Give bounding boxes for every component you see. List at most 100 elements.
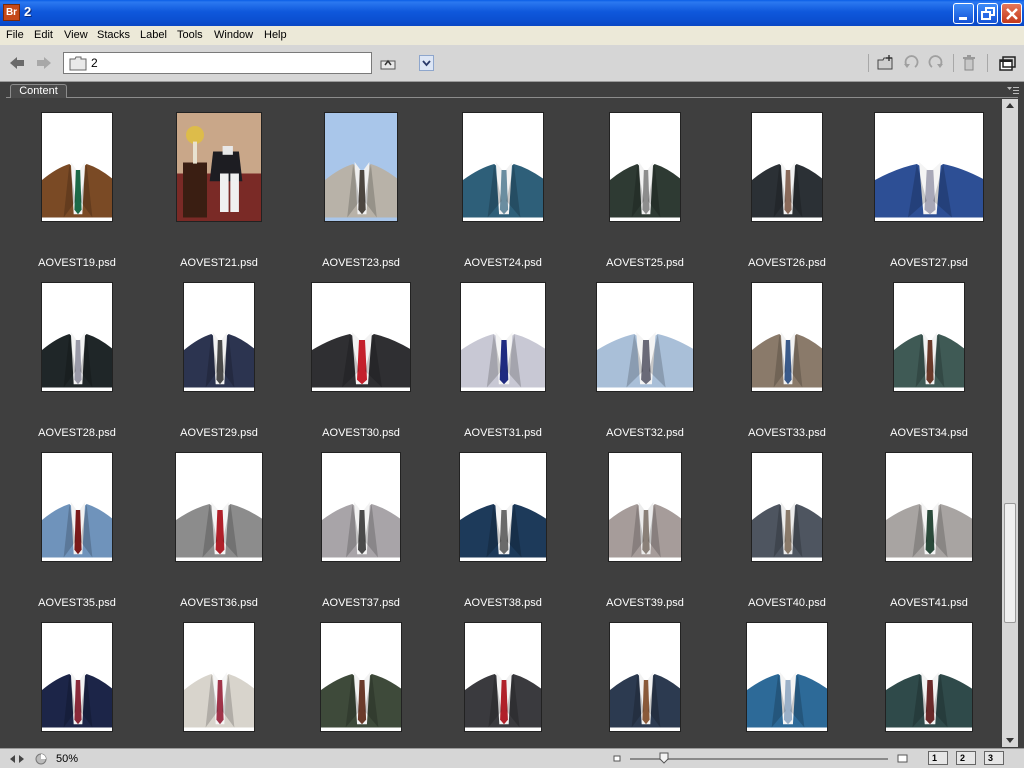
thumbnail-image[interactable]	[321, 452, 401, 562]
file-thumbnail-item[interactable]: AOVEST40.psd	[716, 452, 858, 622]
panel-menu-icon[interactable]	[1006, 86, 1020, 96]
file-thumbnail-item[interactable]: AOVEST41.psd	[858, 452, 1000, 622]
minimize-button[interactable]	[953, 3, 974, 24]
back-arrow-icon[interactable]	[8, 54, 26, 72]
thumbnail-image[interactable]	[751, 112, 823, 222]
thumbnail-image[interactable]	[320, 622, 402, 732]
close-button[interactable]	[1001, 3, 1022, 24]
menu-edit[interactable]: Edit	[34, 29, 53, 41]
file-thumbnail-item[interactable]: AOVEST34.psd	[858, 282, 1000, 452]
thumbnail-image[interactable]	[885, 622, 973, 732]
thumbnail-image[interactable]	[41, 622, 113, 732]
file-name-label[interactable]: AOVEST26.psd	[716, 257, 858, 269]
file-name-label[interactable]: AOVEST40.psd	[716, 597, 858, 609]
restore-button[interactable]	[977, 3, 998, 24]
view-mode-3-button[interactable]: 3	[984, 751, 1004, 765]
file-thumbnail-item[interactable]: AOVEST28.psd	[6, 282, 148, 452]
file-name-label[interactable]: AOVEST25.psd	[574, 257, 716, 269]
file-thumbnail-item[interactable]	[574, 622, 716, 747]
slider-knob[interactable]	[659, 752, 669, 764]
file-name-label[interactable]: AOVEST32.psd	[574, 427, 716, 439]
file-name-label[interactable]: AOVEST33.psd	[716, 427, 858, 439]
file-thumbnail-item[interactable]: AOVEST25.psd	[574, 112, 716, 282]
rotate-left-icon[interactable]	[902, 54, 920, 72]
file-thumbnail-item[interactable]: AOVEST27.psd	[858, 112, 1000, 282]
file-thumbnail-item[interactable]: AOVEST32.psd	[574, 282, 716, 452]
file-name-label[interactable]: AOVEST24.psd	[432, 257, 574, 269]
path-bar[interactable]: 2	[63, 52, 434, 74]
file-thumbnail-item[interactable]	[6, 622, 148, 747]
menu-help[interactable]: Help	[264, 29, 287, 41]
file-name-label[interactable]: AOVEST34.psd	[858, 427, 1000, 439]
forward-arrow-icon[interactable]	[35, 54, 53, 72]
thumbnail-image[interactable]	[609, 112, 681, 222]
view-mode-1-button[interactable]: 1	[928, 751, 948, 765]
rotate-right-icon[interactable]	[927, 54, 945, 72]
tab-content[interactable]: Content	[10, 84, 67, 98]
thumbnail-image[interactable]	[460, 282, 546, 392]
toggle-panels-icon[interactable]	[9, 753, 25, 765]
file-name-label[interactable]: AOVEST30.psd	[290, 427, 432, 439]
menu-stacks[interactable]: Stacks	[97, 29, 130, 41]
thumbnail-image[interactable]	[183, 622, 255, 732]
file-thumbnail-item[interactable]: AOVEST30.psd	[290, 282, 432, 452]
thumbnail-image[interactable]	[751, 452, 823, 562]
file-name-label[interactable]: AOVEST28.psd	[6, 427, 148, 439]
file-thumbnail-item[interactable]: AOVEST19.psd	[6, 112, 148, 282]
thumbnail-image[interactable]	[41, 112, 113, 222]
file-name-label[interactable]: AOVEST36.psd	[148, 597, 290, 609]
menu-label[interactable]: Label	[140, 29, 167, 41]
file-thumbnail-item[interactable]: AOVEST29.psd	[148, 282, 290, 452]
thumbnail-image[interactable]	[462, 112, 544, 222]
thumbnail-image[interactable]	[311, 282, 411, 392]
file-thumbnail-item[interactable]: AOVEST39.psd	[574, 452, 716, 622]
file-thumbnail-item[interactable]: AOVEST33.psd	[716, 282, 858, 452]
file-name-label[interactable]: AOVEST29.psd	[148, 427, 290, 439]
file-thumbnail-item[interactable]	[858, 622, 1000, 747]
file-name-label[interactable]: AOVEST27.psd	[858, 257, 1000, 269]
thumbnail-image[interactable]	[596, 282, 694, 392]
thumbnail-image[interactable]	[885, 452, 973, 562]
menu-file[interactable]: File	[6, 29, 24, 41]
view-mode-2-button[interactable]: 2	[956, 751, 976, 765]
trash-icon[interactable]	[960, 54, 978, 72]
large-thumbnail-icon[interactable]	[897, 754, 909, 764]
scroll-down-arrow-icon[interactable]	[1002, 733, 1018, 747]
thumbnail-image[interactable]	[608, 452, 682, 562]
file-thumbnail-item[interactable]: AOVEST23.psd	[290, 112, 432, 282]
menu-tools[interactable]: Tools	[177, 29, 203, 41]
thumbnail-image[interactable]	[41, 282, 113, 392]
file-thumbnail-item[interactable]: AOVEST31.psd	[432, 282, 574, 452]
small-thumbnail-icon[interactable]	[613, 755, 623, 763]
file-thumbnail-item[interactable]: AOVEST37.psd	[290, 452, 432, 622]
file-thumbnail-item[interactable]: AOVEST21.psd	[148, 112, 290, 282]
vertical-scrollbar[interactable]	[1002, 99, 1018, 747]
file-name-label[interactable]: AOVEST23.psd	[290, 257, 432, 269]
menu-window[interactable]: Window	[214, 29, 253, 41]
thumbnail-image[interactable]	[609, 622, 681, 732]
thumbnail-image[interactable]	[746, 622, 828, 732]
file-thumbnail-item[interactable]: AOVEST35.psd	[6, 452, 148, 622]
file-thumbnail-item[interactable]: AOVEST26.psd	[716, 112, 858, 282]
file-name-label[interactable]: AOVEST37.psd	[290, 597, 432, 609]
thumbnail-image[interactable]	[874, 112, 984, 222]
scrollbar-thumb[interactable]	[1004, 503, 1016, 623]
right-panel-edge[interactable]	[1018, 98, 1024, 748]
thumbnail-image[interactable]	[176, 112, 262, 222]
file-name-label[interactable]: AOVEST31.psd	[432, 427, 574, 439]
file-thumbnail-item[interactable]	[716, 622, 858, 747]
thumbnail-image[interactable]	[175, 452, 263, 562]
new-folder-icon[interactable]	[876, 54, 894, 72]
file-thumbnail-item[interactable]	[148, 622, 290, 747]
menu-view[interactable]: View	[64, 29, 88, 41]
file-name-label[interactable]: AOVEST38.psd	[432, 597, 574, 609]
file-name-label[interactable]: AOVEST39.psd	[574, 597, 716, 609]
bridge-app-icon[interactable]: Br	[3, 4, 20, 21]
file-name-label[interactable]: AOVEST21.psd	[148, 257, 290, 269]
file-name-label[interactable]: AOVEST35.psd	[6, 597, 148, 609]
scroll-up-arrow-icon[interactable]	[1002, 99, 1018, 113]
file-thumbnail-item[interactable]	[290, 622, 432, 747]
file-thumbnail-item[interactable]: AOVEST36.psd	[148, 452, 290, 622]
thumbnail-image[interactable]	[183, 282, 255, 392]
thumbnail-image[interactable]	[464, 622, 542, 732]
